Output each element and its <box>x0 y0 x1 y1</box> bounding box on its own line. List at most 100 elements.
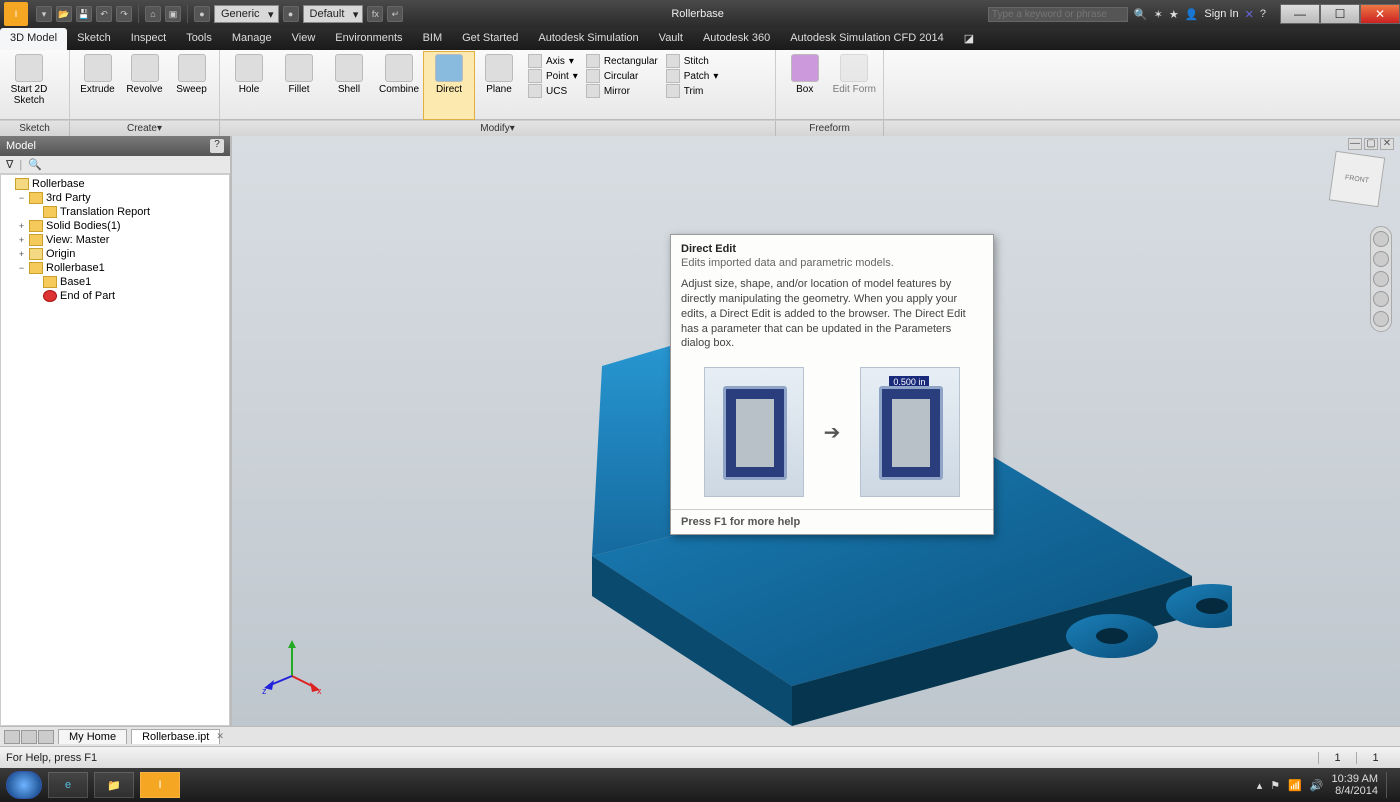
qat-home-icon[interactable]: ⌂ <box>145 6 161 22</box>
search-icon[interactable]: 🔍 <box>1134 8 1148 21</box>
viewport[interactable]: —▢✕ FRONT <box>232 136 1400 726</box>
qat-new-icon[interactable]: ▾ <box>36 6 52 22</box>
edit-form-button[interactable]: Edit Form <box>830 52 880 119</box>
tray-network-icon[interactable]: 📶 <box>1288 779 1302 792</box>
box-button[interactable]: Box <box>780 52 830 119</box>
qat-save-icon[interactable]: 💾 <box>76 6 92 22</box>
material-sphere-icon[interactable]: ● <box>194 6 210 22</box>
view-cube[interactable]: FRONT <box>1329 151 1385 207</box>
view-nav-list-icon[interactable] <box>38 730 54 744</box>
signin-link[interactable]: Sign In <box>1204 8 1238 20</box>
tree-node[interactable]: −3rd Party <box>3 191 227 205</box>
maximize-button[interactable]: ☐ <box>1320 4 1360 24</box>
circular-button[interactable]: Circular <box>586 69 658 83</box>
taskbar-ie-icon[interactable]: e <box>48 772 88 798</box>
nav-wheel-icon[interactable] <box>1373 231 1389 247</box>
find-icon[interactable]: 🔍 <box>28 158 42 171</box>
tree-node[interactable]: +Origin <box>3 247 227 261</box>
nav-lookat-icon[interactable] <box>1373 311 1389 327</box>
direct-button[interactable]: Direct <box>424 52 474 119</box>
taskbar-clock[interactable]: 10:39 AM8/4/2014 <box>1332 773 1378 797</box>
hole-button[interactable]: Hole <box>224 52 274 119</box>
tab-environments[interactable]: Environments <box>325 28 412 50</box>
doc-close-icon[interactable]: ✕ <box>1380 138 1394 150</box>
stitch-button[interactable]: Stitch <box>666 54 719 68</box>
tab-inspect[interactable]: Inspect <box>121 28 176 50</box>
start-2d-sketch-button[interactable]: Start 2D Sketch <box>4 52 54 119</box>
help-icon[interactable]: ? <box>1260 8 1266 20</box>
qat-redo-icon[interactable]: ↷ <box>116 6 132 22</box>
tab-manage[interactable]: Manage <box>222 28 282 50</box>
rectangular-button[interactable]: Rectangular <box>586 54 658 68</box>
tree-node[interactable]: +Solid Bodies(1) <box>3 219 227 233</box>
tab-tools[interactable]: Tools <box>176 28 222 50</box>
nav-pan-icon[interactable] <box>1373 251 1389 267</box>
tab-close-icon[interactable]: ✕ <box>216 731 224 742</box>
qat-select-icon[interactable]: ▣ <box>165 6 181 22</box>
trim-button[interactable]: Trim <box>666 84 719 98</box>
patch-button[interactable]: Patch ▾ <box>666 69 719 83</box>
subscription-icon[interactable]: ✶ <box>1154 8 1163 21</box>
panel-modify-label[interactable]: Modify ▾ <box>220 121 776 136</box>
panel-sketch-label[interactable]: Sketch <box>0 121 70 136</box>
tab-cfd[interactable]: Autodesk Simulation CFD 2014 <box>780 28 953 50</box>
extrude-button[interactable]: Extrude <box>74 52 121 119</box>
tree-node[interactable]: Rollerbase <box>3 177 227 191</box>
tree-node[interactable]: Base1 <box>3 275 227 289</box>
tray-up-icon[interactable]: ▴ <box>1257 779 1263 792</box>
point-button[interactable]: Point ▾ <box>528 69 578 83</box>
qat-measure-icon[interactable]: ↵ <box>387 6 403 22</box>
start-button[interactable] <box>6 771 42 799</box>
qat-fx-icon[interactable]: fx <box>367 6 383 22</box>
exchange-icon[interactable]: ✕ <box>1245 8 1254 21</box>
appearance-dropdown[interactable]: Default <box>303 5 364 23</box>
tab-my-home[interactable]: My Home <box>58 729 127 744</box>
axis-button[interactable]: Axis ▾ <box>528 54 578 68</box>
panel-freeform-label[interactable]: Freeform <box>776 121 884 136</box>
revolve-button[interactable]: Revolve <box>121 52 168 119</box>
tree-node[interactable]: −Rollerbase1 <box>3 261 227 275</box>
nav-zoom-icon[interactable] <box>1373 271 1389 287</box>
model-tree[interactable]: Rollerbase−3rd PartyTranslation Report+S… <box>0 174 230 726</box>
shell-button[interactable]: Shell <box>324 52 374 119</box>
ucs-button[interactable]: UCS <box>528 84 578 98</box>
tab-bim[interactable]: BIM <box>413 28 453 50</box>
panel-create-label[interactable]: Create ▾ <box>70 121 220 136</box>
material-dropdown[interactable]: Generic <box>214 5 279 23</box>
qat-undo-icon[interactable]: ↶ <box>96 6 112 22</box>
filter-icon[interactable]: ∇ <box>6 158 13 171</box>
minimize-button[interactable]: — <box>1280 4 1320 24</box>
tab-3d-model[interactable]: 3D Model <box>0 28 67 50</box>
tab-view[interactable]: View <box>282 28 326 50</box>
tree-node[interactable]: +View: Master <box>3 233 227 247</box>
show-desktop-button[interactable] <box>1386 772 1394 798</box>
tray-flag-icon[interactable]: ⚑ <box>1270 779 1280 792</box>
tray-volume-icon[interactable]: 🔊 <box>1310 779 1324 792</box>
view-nav-back-icon[interactable] <box>4 730 20 744</box>
close-button[interactable]: ✕ <box>1360 4 1400 24</box>
qat-open-icon[interactable]: 📂 <box>56 6 72 22</box>
tree-node[interactable]: End of Part <box>3 289 227 303</box>
doc-min-icon[interactable]: — <box>1348 138 1362 150</box>
tab-simulation[interactable]: Autodesk Simulation <box>528 28 648 50</box>
taskbar-inventor-icon[interactable]: I <box>140 772 180 798</box>
tab-a360[interactable]: Autodesk 360 <box>693 28 780 50</box>
taskbar-explorer-icon[interactable]: 📁 <box>94 772 134 798</box>
fillet-button[interactable]: Fillet <box>274 52 324 119</box>
doc-max-icon[interactable]: ▢ <box>1364 138 1378 150</box>
browser-help-icon[interactable]: ? <box>210 139 224 153</box>
view-nav-fwd-icon[interactable] <box>21 730 37 744</box>
user-icon[interactable]: 👤 <box>1185 8 1199 21</box>
nav-orbit-icon[interactable] <box>1373 291 1389 307</box>
tab-addin-icon[interactable]: ◪ <box>954 28 984 50</box>
tree-node[interactable]: Translation Report <box>3 205 227 219</box>
mirror-button[interactable]: Mirror <box>586 84 658 98</box>
sweep-button[interactable]: Sweep <box>168 52 215 119</box>
tab-vault[interactable]: Vault <box>649 28 693 50</box>
search-input[interactable] <box>988 7 1128 22</box>
tab-rollerbase-ipt[interactable]: Rollerbase.ipt <box>131 729 220 744</box>
appearance-sphere-icon[interactable]: ● <box>283 6 299 22</box>
tab-get-started[interactable]: Get Started <box>452 28 528 50</box>
favorites-icon[interactable]: ★ <box>1169 8 1179 21</box>
plane-button[interactable]: Plane <box>474 52 524 119</box>
